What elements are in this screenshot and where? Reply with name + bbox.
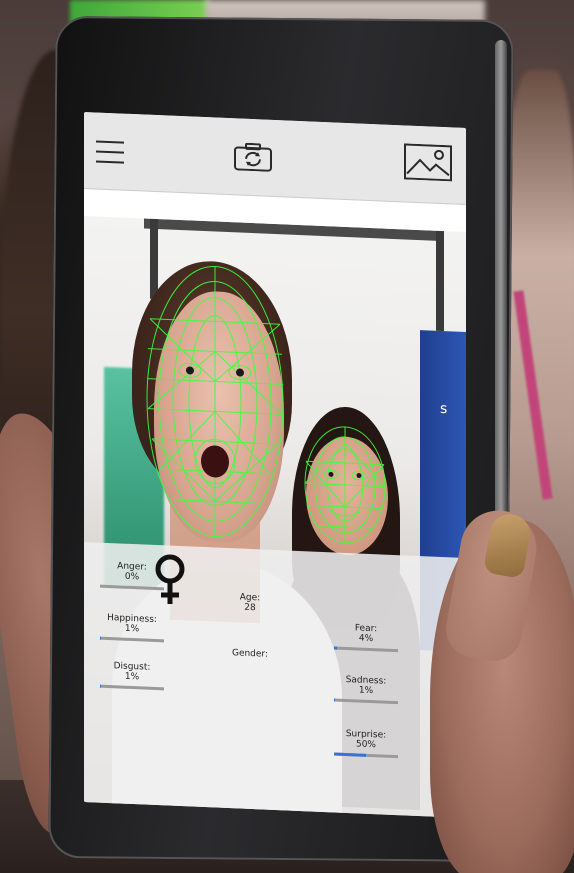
stat-fear-bar [334, 646, 398, 653]
hamburger-menu-icon[interactable] [96, 140, 124, 164]
stat-age-value: 28 [244, 602, 256, 614]
stat-happiness: Happiness: 1% [100, 613, 164, 643]
stat-happiness-fill [100, 636, 101, 640]
stat-fear-fill [334, 646, 337, 650]
stat-gender-label: Gender: [231, 648, 269, 660]
stat-surprise: Surprise: 50% [334, 728, 398, 759]
stat-happiness-bar [100, 636, 164, 643]
female-symbol-icon [155, 554, 185, 604]
face-mesh-primary [146, 265, 284, 538]
stat-disgust: Disgust: 1% [100, 661, 164, 691]
face-mesh-secondary [304, 426, 386, 544]
stat-age: Age: 28 [220, 592, 280, 615]
stat-sadness: Sadness: 1% [334, 674, 398, 705]
tablet-edge [495, 40, 507, 540]
stat-sadness-value: 1% [358, 685, 374, 697]
image-gallery-icon[interactable] [404, 143, 452, 182]
stat-disgust-bar [100, 684, 164, 691]
stat-surprise-fill [334, 752, 366, 757]
stat-sadness-bar [334, 698, 398, 705]
stat-fear: Fear: 4% [334, 622, 398, 653]
background-frame-post [436, 230, 444, 332]
background-frame [144, 218, 444, 242]
camera-switch-icon[interactable] [234, 142, 272, 172]
stat-surprise-bar [334, 752, 398, 759]
stat-disgust-fill [100, 684, 101, 688]
emotion-panel: Anger: 0% Happiness: 1% Disgust: 1% Age:… [84, 542, 466, 819]
banner-text: s [440, 400, 448, 418]
stat-sadness-fill [334, 698, 335, 702]
stat-disgust-value: 1% [124, 671, 140, 683]
photo-scene: s Anger: 0% Happiness: 1% Disgust: 1% Ag… [0, 0, 574, 873]
stat-gender: Gender: [220, 648, 280, 661]
app-toolbar [84, 112, 466, 206]
stat-surprise-value: 50% [355, 739, 376, 751]
stat-fear-value: 4% [358, 633, 374, 645]
tablet-screen: s Anger: 0% Happiness: 1% Disgust: 1% Ag… [84, 112, 466, 819]
